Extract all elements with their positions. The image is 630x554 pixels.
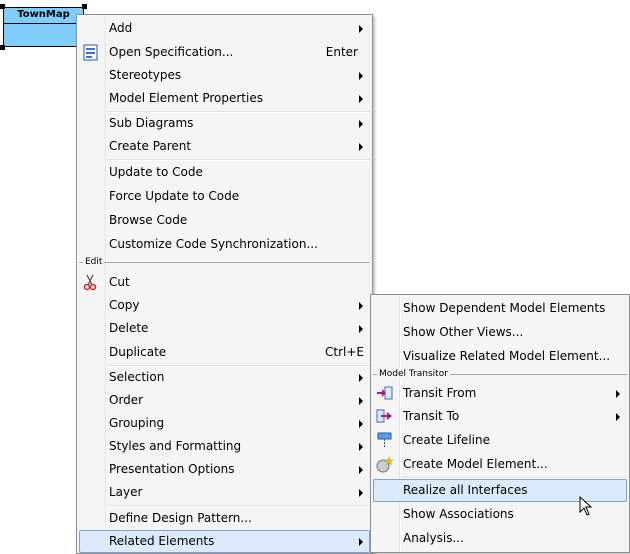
submenu-arrow-icon — [616, 413, 620, 421]
menu-item-label: Realize all Interfaces — [403, 483, 528, 497]
menu-item-layer[interactable]: Layer — [79, 481, 370, 504]
menu-item-grouping[interactable]: Grouping — [79, 412, 370, 435]
submenu-arrow-icon — [359, 95, 363, 103]
menu-item-label: Create Model Element... — [403, 457, 548, 471]
menu-item-define-design-pattern[interactable]: Define Design Pattern... — [79, 507, 370, 530]
menu-item-transit-from[interactable]: Transit From — [373, 382, 627, 405]
selection-handle[interactable] — [0, 45, 5, 50]
transit-from-icon — [376, 385, 393, 402]
group-separator-edit: Edit — [79, 256, 370, 268]
menu-item-model-element-properties[interactable]: Model Element Properties — [79, 87, 370, 110]
menu-item-transit-to[interactable]: Transit To — [373, 405, 627, 428]
menu-item-label: Presentation Options — [109, 462, 235, 476]
menu-item-cut[interactable]: Cut — [79, 271, 370, 294]
submenu-arrow-icon — [359, 466, 363, 474]
context-menu: Add Open Specification... Enter Stereoty… — [76, 14, 373, 554]
menu-item-label: Customize Code Synchronization... — [109, 237, 318, 251]
submenu-arrow-icon — [359, 120, 363, 128]
menu-item-update-to-code[interactable]: Update to Code — [79, 161, 370, 184]
menu-item-create-parent[interactable]: Create Parent — [79, 135, 370, 158]
submenu-arrow-icon — [359, 143, 363, 151]
menu-item-label: Sub Diagrams — [109, 116, 194, 130]
group-label: Edit — [83, 256, 105, 268]
menu-item-label: Show Associations — [403, 507, 514, 521]
menu-item-label: Update to Code — [109, 165, 203, 179]
menu-item-label: Selection — [109, 370, 165, 384]
class-name: TownMap — [4, 8, 83, 24]
menu-item-label: Delete — [109, 321, 149, 335]
menu-item-label: Order — [109, 393, 144, 407]
submenu-arrow-icon — [359, 538, 363, 546]
menu-item-add[interactable]: Add — [79, 17, 370, 40]
menu-item-show-dependent-model-elements[interactable]: Show Dependent Model Elements — [373, 297, 627, 320]
menu-item-label: Force Update to Code — [109, 189, 240, 203]
menu-item-sub-diagrams[interactable]: Sub Diagrams — [79, 112, 370, 135]
submenu-arrow-icon — [359, 374, 363, 382]
lifeline-icon — [376, 432, 393, 449]
menu-item-create-model-element[interactable]: Create Model Element... — [373, 453, 627, 476]
menu-item-label: Cut — [109, 275, 130, 289]
menu-item-label: Transit To — [403, 409, 460, 423]
menu-item-label: Grouping — [109, 416, 165, 430]
menu-item-create-lifeline[interactable]: Create Lifeline — [373, 429, 627, 452]
submenu-arrow-icon — [359, 325, 363, 333]
menu-item-show-other-views[interactable]: Show Other Views... — [373, 321, 627, 344]
menu-item-visualize-related[interactable]: Visualize Related Model Element... — [373, 345, 627, 368]
submenu-arrow-icon — [359, 25, 363, 33]
menu-item-label: Layer — [109, 485, 143, 499]
menu-item-presentation-options[interactable]: Presentation Options — [79, 458, 370, 481]
class-shape-townmap[interactable]: TownMap — [3, 7, 84, 47]
menu-item-delete[interactable]: Delete — [79, 317, 370, 340]
submenu-arrow-icon — [359, 443, 363, 451]
menu-item-stereotypes[interactable]: Stereotypes — [79, 64, 370, 87]
submenu-arrow-icon — [359, 397, 363, 405]
submenu-arrow-icon — [359, 72, 363, 80]
submenu-arrow-icon — [616, 390, 620, 398]
submenu-arrow-icon — [359, 489, 363, 497]
menu-item-label: Visualize Related Model Element... — [403, 349, 611, 363]
menu-item-label: Styles and Formatting — [109, 439, 242, 453]
menu-item-order[interactable]: Order — [79, 389, 370, 412]
group-separator-line — [79, 262, 370, 263]
menu-item-label: Stereotypes — [109, 68, 182, 82]
menu-item-browse-code[interactable]: Browse Code — [79, 209, 370, 232]
selection-handle[interactable] — [82, 4, 87, 9]
specification-icon — [82, 44, 99, 61]
menu-item-label: Duplicate — [109, 345, 167, 359]
selection-handle[interactable] — [0, 4, 5, 9]
menu-item-shortcut: Ctrl+E — [325, 345, 364, 359]
menu-item-label: Model Element Properties — [109, 91, 263, 105]
menu-item-label: Transit From — [403, 386, 477, 400]
menu-item-customize-code-sync[interactable]: Customize Code Synchronization... — [79, 233, 370, 256]
submenu-arrow-icon — [359, 302, 363, 310]
menu-item-copy[interactable]: Copy — [79, 294, 370, 317]
menu-item-label: Show Other Views... — [403, 325, 524, 339]
group-separator-model-transitor: Model Transitor — [373, 368, 627, 380]
menu-item-label: Analysis... — [403, 531, 464, 545]
menu-item-analysis[interactable]: Analysis... — [373, 527, 627, 550]
menu-item-label: Open Specification... — [109, 45, 234, 59]
group-label: Model Transitor — [377, 368, 450, 380]
menu-item-styles-formatting[interactable]: Styles and Formatting — [79, 435, 370, 458]
menu-item-open-specification[interactable]: Open Specification... Enter — [79, 41, 370, 64]
menu-item-label: Create Lifeline — [403, 433, 490, 447]
menu-item-label: Copy — [109, 298, 140, 312]
menu-item-related-elements[interactable]: Related Elements — [79, 530, 370, 553]
menu-item-label: Create Parent — [109, 139, 192, 153]
submenu-arrow-icon — [359, 420, 363, 428]
mouse-cursor-icon — [579, 495, 593, 516]
scissors-icon — [82, 274, 99, 291]
menu-item-label: Add — [109, 21, 133, 35]
menu-item-force-update-to-code[interactable]: Force Update to Code — [79, 185, 370, 208]
menu-item-shortcut: Enter — [325, 45, 358, 59]
model-element-icon — [376, 456, 394, 473]
menu-item-label: Show Dependent Model Elements — [403, 301, 606, 315]
menu-item-label: Related Elements — [109, 534, 215, 548]
menu-item-label: Define Design Pattern... — [109, 511, 252, 525]
menu-item-selection[interactable]: Selection — [79, 366, 370, 389]
menu-item-duplicate[interactable]: Duplicate Ctrl+E — [79, 341, 370, 364]
transit-to-icon — [376, 408, 393, 425]
menu-item-label: Browse Code — [109, 213, 188, 227]
